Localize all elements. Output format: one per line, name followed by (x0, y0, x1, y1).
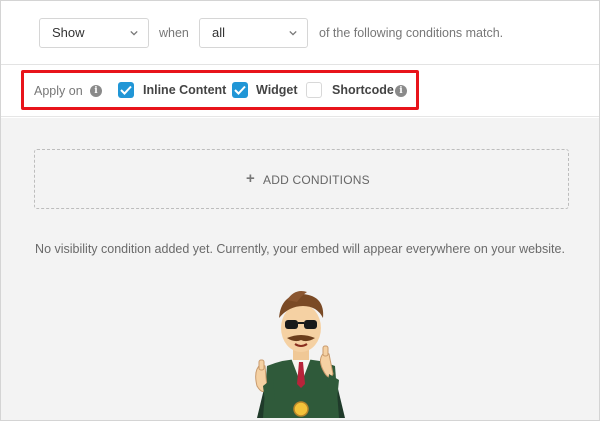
action-select-value: Show (52, 25, 85, 40)
mascot-illustration (255, 291, 345, 418)
chevron-down-icon (289, 30, 297, 36)
visibility-panel: Show when all of the following condition… (0, 0, 600, 421)
match-select[interactable]: all (199, 18, 308, 48)
action-select[interactable]: Show (39, 18, 149, 48)
chevron-down-icon (130, 30, 138, 36)
apply-on-row: Apply on i Inline Content Widget Shortco… (1, 65, 599, 117)
empty-state-message: No visibility condition added yet. Curre… (35, 242, 565, 256)
widget-checkbox[interactable] (232, 82, 248, 98)
shortcode-label[interactable]: Shortcode (332, 83, 394, 97)
widget-label[interactable]: Widget (256, 83, 298, 97)
when-label: when (159, 26, 189, 40)
check-icon (234, 85, 246, 95)
info-icon[interactable]: i (395, 85, 407, 97)
info-icon[interactable]: i (90, 85, 102, 97)
check-icon (120, 85, 132, 95)
match-select-value: all (212, 25, 226, 40)
inline-content-label[interactable]: Inline Content (143, 83, 226, 97)
conditions-match-label: of the following conditions match. (319, 26, 504, 40)
apply-on-label: Apply on (34, 84, 83, 98)
rule-row: Show when all of the following condition… (1, 1, 599, 65)
inline-content-checkbox[interactable] (118, 82, 134, 98)
shortcode-checkbox[interactable] (306, 82, 322, 98)
add-conditions-button[interactable]: + ADD CONDITIONS (34, 149, 569, 209)
conditions-area: + ADD CONDITIONS No visibility condition… (1, 118, 599, 420)
add-conditions-label: ADD CONDITIONS (263, 173, 370, 187)
plus-icon: + (246, 170, 255, 187)
